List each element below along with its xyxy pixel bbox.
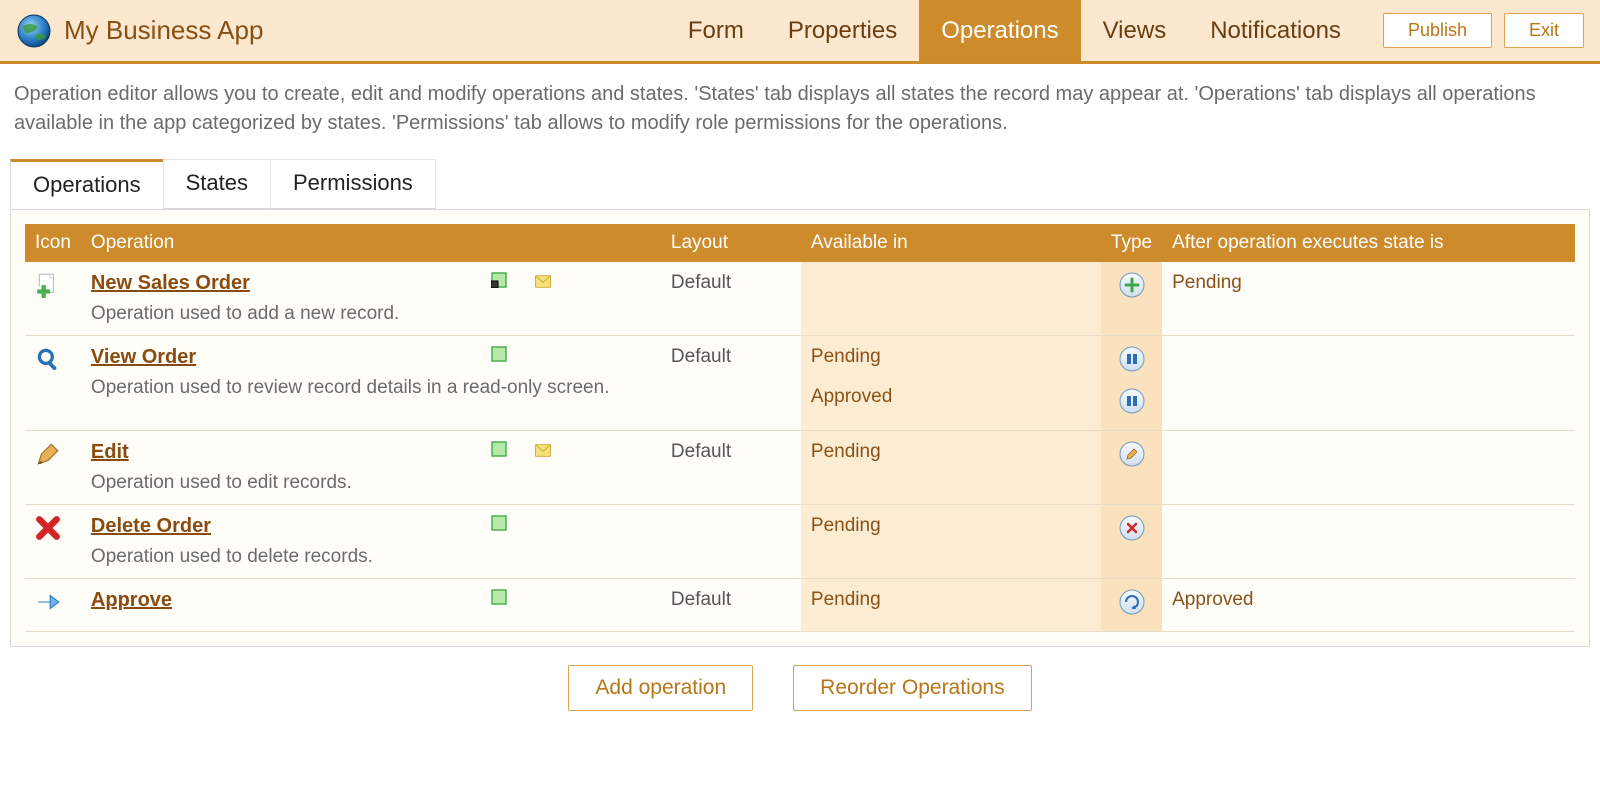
operation-link[interactable]: Delete Order	[91, 515, 211, 537]
table-row: Delete Order Operation used to delete rec…	[25, 505, 1575, 579]
operation-link[interactable]: View Order	[91, 346, 196, 368]
layout-cell	[661, 505, 801, 579]
exit-button[interactable]: Exit	[1504, 13, 1584, 48]
operation-link[interactable]: Edit	[91, 441, 129, 463]
after-state-cell	[1162, 336, 1575, 431]
mail-icon	[535, 441, 551, 457]
operations-panel: IconOperationLayoutAvailable inTypeAfter…	[10, 209, 1590, 647]
x-red-icon	[35, 515, 61, 541]
page-description: Operation editor allows you to create, e…	[0, 64, 1600, 158]
type-view-svg	[1119, 388, 1145, 414]
table-row: New Sales Order Operation used to add a n…	[25, 262, 1575, 336]
type-cell	[1101, 431, 1162, 505]
after-state-cell: Pending	[1162, 262, 1575, 336]
after-state-cell	[1162, 505, 1575, 579]
type-view-icon[interactable]	[1119, 388, 1145, 414]
table-row: Approve DefaultPending Approved	[25, 579, 1575, 632]
type-cell	[1101, 579, 1162, 632]
green-square-icon-inner	[491, 589, 507, 605]
type-transition-svg	[1119, 589, 1145, 615]
layout-cell: Default	[661, 431, 801, 505]
green-square-icon	[491, 589, 507, 605]
pencil-icon	[35, 441, 61, 467]
green-square-icon	[491, 515, 507, 531]
column-header: Type	[1101, 224, 1162, 262]
available-cell: Pending	[801, 505, 1101, 579]
topbar: My Business App FormPropertiesOperations…	[0, 0, 1600, 64]
topnav-item-notifications[interactable]: Notifications	[1188, 0, 1363, 61]
available-cell: PendingApproved	[801, 336, 1101, 431]
green-square-icon-inner	[491, 515, 507, 531]
type-view-icon[interactable]	[1119, 346, 1145, 372]
green-square-icon-inner	[491, 346, 507, 362]
mail-icon	[535, 272, 551, 288]
operation-link[interactable]: New Sales Order	[91, 272, 250, 294]
topnav-item-form[interactable]: Form	[666, 0, 766, 61]
operation-description: Operation used to review record details …	[91, 377, 651, 399]
type-view-svg	[1119, 346, 1145, 372]
add-operation-button[interactable]: Add operation	[568, 665, 753, 711]
operation-description: Operation used to edit records.	[91, 472, 651, 494]
operation-link[interactable]: Approve	[91, 589, 172, 611]
magnifier-icon	[35, 346, 61, 372]
green-square-dot-icon	[491, 272, 507, 288]
available-cell: Pending	[801, 579, 1101, 632]
available-cell: Pending	[801, 431, 1101, 505]
layout-cell: Default	[661, 336, 801, 431]
table-row: Edit Operation used to edit records. Defau…	[25, 431, 1575, 505]
topnav-item-operations[interactable]: Operations	[919, 0, 1080, 61]
mail-icon-inner	[535, 444, 551, 457]
top-nav: FormPropertiesOperationsViewsNotificatio…	[666, 0, 1363, 61]
operation-description: Operation used to add a new record.	[91, 303, 651, 325]
type-transition-icon[interactable]	[1119, 589, 1145, 615]
after-state-cell: Approved	[1162, 579, 1575, 632]
app-title: My Business App	[64, 15, 263, 46]
table-row: View Order Operation used to review recor…	[25, 336, 1575, 431]
after-state-cell	[1162, 431, 1575, 505]
green-square-icon	[491, 346, 507, 362]
arrow-right-icon	[35, 589, 61, 615]
type-cell	[1101, 262, 1162, 336]
footer-actions: Add operation Reorder Operations	[0, 647, 1600, 729]
mail-icon-inner	[535, 275, 551, 288]
type-cell	[1101, 336, 1162, 431]
tab-operations[interactable]: Operations	[10, 159, 164, 209]
topnav-item-properties[interactable]: Properties	[766, 0, 919, 61]
operation-description: Operation used to delete records.	[91, 546, 651, 568]
type-delete-icon[interactable]	[1119, 515, 1145, 541]
type-add-svg	[1119, 272, 1145, 298]
layout-cell: Default	[661, 262, 801, 336]
type-edit-icon[interactable]	[1119, 441, 1145, 467]
type-cell	[1101, 505, 1162, 579]
column-header: Layout	[661, 224, 801, 262]
tab-states[interactable]: States	[163, 159, 271, 209]
column-header: After operation executes state is	[1162, 224, 1575, 262]
operations-table: IconOperationLayoutAvailable inTypeAfter…	[25, 224, 1575, 632]
type-edit-svg	[1119, 441, 1145, 467]
column-header: Icon	[25, 224, 81, 262]
topnav-item-views[interactable]: Views	[1081, 0, 1189, 61]
green-square-dot-icon-inner	[491, 272, 507, 288]
type-delete-svg	[1119, 515, 1145, 541]
subtabs: OperationsStatesPermissions	[10, 159, 1590, 210]
globe-icon	[16, 13, 52, 49]
type-add-icon[interactable]	[1119, 272, 1145, 298]
green-square-icon-inner	[491, 441, 507, 457]
reorder-operations-button[interactable]: Reorder Operations	[793, 665, 1031, 711]
green-square-icon	[491, 441, 507, 457]
column-header: Operation	[81, 224, 661, 262]
available-cell	[801, 262, 1101, 336]
publish-button[interactable]: Publish	[1383, 13, 1492, 48]
column-header: Available in	[801, 224, 1101, 262]
tab-permissions[interactable]: Permissions	[270, 159, 436, 209]
doc-plus-icon	[35, 272, 61, 298]
layout-cell: Default	[661, 579, 801, 632]
